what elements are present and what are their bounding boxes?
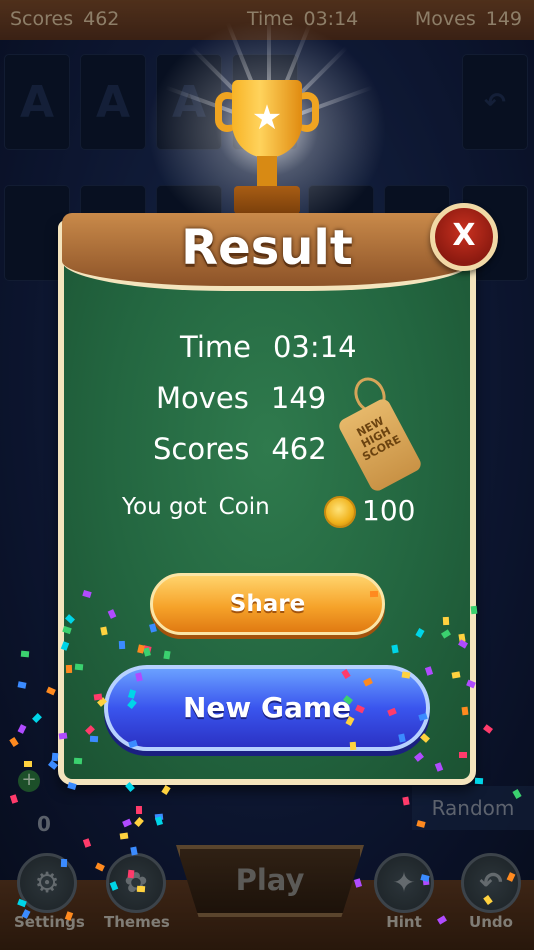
trophy-stem: [257, 156, 277, 186]
coin-reward-row: You got Coin: [122, 494, 270, 520]
confetti-piece: [390, 644, 399, 654]
result-time-row: Time 03:14: [180, 330, 357, 364]
confetti-piece: [100, 626, 108, 636]
trophy-base: [234, 186, 300, 214]
confetti-piece: [350, 741, 357, 750]
result-scores-label: Scores: [153, 432, 250, 466]
coin-word: Coin: [218, 494, 270, 520]
result-scores-row: Scores 462: [153, 432, 327, 466]
result-time-value: 03:14: [272, 330, 357, 364]
close-button[interactable]: X: [430, 203, 498, 271]
confetti-piece: [94, 693, 103, 701]
confetti-piece: [443, 616, 450, 626]
confetti-piece: [475, 777, 484, 785]
confetti-piece: [89, 736, 98, 743]
confetti-piece: [136, 644, 145, 654]
confetti-piece: [458, 752, 467, 759]
result-moves-label: Moves: [156, 381, 249, 415]
coin-prefix: You got: [122, 494, 207, 520]
confetti-piece: [74, 663, 84, 670]
confetti-piece: [51, 752, 59, 762]
confetti-piece: [66, 665, 73, 674]
confetti-piece: [163, 650, 171, 660]
coin-amount: 100: [362, 494, 416, 527]
confetti-piece: [58, 732, 68, 740]
confetti-piece: [136, 885, 146, 893]
confetti-piece: [24, 761, 33, 768]
confetti-piece: [60, 858, 68, 867]
confetti-piece: [118, 640, 125, 650]
share-button[interactable]: Share: [150, 573, 385, 635]
confetti-piece: [401, 671, 411, 679]
coin-icon: [324, 496, 356, 528]
confetti-piece: [402, 796, 410, 806]
confetti-piece: [470, 605, 478, 615]
confetti-piece: [461, 706, 469, 716]
confetti-piece: [20, 651, 30, 658]
result-moves-value: 149: [270, 381, 327, 415]
star-icon: ★: [251, 98, 283, 138]
confetti-piece: [451, 671, 461, 679]
confetti-piece: [127, 869, 134, 879]
result-moves-row: Moves 149: [156, 381, 326, 415]
result-scores-value: 462: [271, 432, 327, 466]
new-game-button[interactable]: New Game: [104, 665, 430, 751]
dialog-title: Result: [181, 220, 353, 276]
result-time-label: Time: [180, 330, 251, 364]
confetti-piece: [135, 805, 143, 815]
confetti-piece: [74, 758, 83, 765]
confetti-piece: [370, 590, 379, 598]
